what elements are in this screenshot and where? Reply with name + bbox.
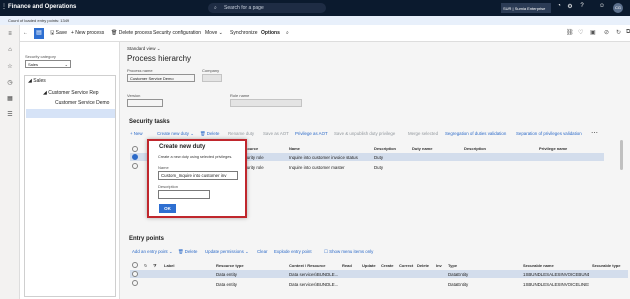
- link-icon[interactable]: ⛓: [566, 29, 574, 36]
- app-title: Finance and Operations: [8, 4, 77, 10]
- duty-name-input[interactable]: Custom_Inquire into customer inv: [158, 171, 238, 180]
- gear-icon[interactable]: ⚙: [566, 3, 574, 13]
- save-button[interactable]: 🖫 Save: [50, 30, 67, 38]
- avatar[interactable]: CG: [613, 3, 623, 13]
- attach-icon[interactable]: ⊘: [604, 29, 609, 36]
- list-icon[interactable]: ☰: [5, 111, 15, 121]
- find-icon[interactable]: ⌕: [286, 30, 289, 36]
- chevron-down-icon: ⌄: [64, 62, 68, 67]
- delete-process-button[interactable]: 🗑 Delete process: [111, 30, 152, 36]
- tree-item-customer-service-rep[interactable]: ◢ Customer Service Rep: [43, 90, 99, 96]
- star-icon[interactable]: ☆: [5, 63, 15, 73]
- synchronize-button[interactable]: Synchronize: [230, 30, 258, 36]
- search-placeholder: Search for a page: [224, 5, 264, 11]
- tree-selection: [26, 109, 115, 118]
- ok-button[interactable]: OK: [159, 204, 176, 213]
- search-icon: ⌕: [214, 5, 217, 11]
- refresh-icon[interactable]: ↻: [616, 29, 621, 36]
- create-new-duty-dialog: Create new duty Create a new duty using …: [147, 139, 247, 218]
- duty-description-input[interactable]: [158, 190, 210, 199]
- office-icon[interactable]: ▣: [590, 29, 596, 36]
- help-icon[interactable]: ?: [578, 3, 586, 13]
- security-category-label: Security category: [25, 54, 56, 59]
- top-bar: ⋮ Finance and Operations ⌕ Search for a …: [0, 0, 630, 16]
- bell-icon[interactable]: ◔: [555, 3, 563, 13]
- new-process-button[interactable]: + New process: [71, 30, 104, 36]
- global-search[interactable]: ⌕ Search for a page: [208, 3, 326, 13]
- hamburger-icon[interactable]: ≡: [5, 31, 15, 41]
- workspace-icon[interactable]: ▦: [5, 95, 15, 105]
- favorite-icon[interactable]: ♡: [578, 29, 583, 36]
- app-launcher-icon[interactable]: ⋮: [0, 3, 8, 13]
- process-tree: ◢ Sales ◢ Customer Service Rep Customer …: [24, 75, 116, 297]
- home-icon[interactable]: ⌂: [5, 47, 15, 57]
- tree-item-sales[interactable]: ◢ Sales: [28, 78, 46, 84]
- security-category-select[interactable]: Sales ⌄: [25, 60, 71, 68]
- move-menu[interactable]: Move ⌄: [205, 30, 223, 36]
- tree-item-customer-service-demo[interactable]: Customer Service Demo: [55, 100, 109, 106]
- message-text: Count of loaded entry points: 1349: [8, 18, 70, 23]
- security-configuration-button[interactable]: Security configuration: [153, 30, 201, 36]
- description-label: Description: [158, 184, 179, 189]
- options-tab[interactable]: Options: [261, 30, 280, 36]
- dialog-title: Create new duty: [159, 144, 206, 150]
- recent-icon[interactable]: ◷: [5, 79, 15, 89]
- company-picker[interactable]: SUR | Sumia Enterprise: [501, 3, 551, 13]
- left-pane: Security category Sales ⌄ ◢ Sales ◢ Cust…: [20, 42, 120, 299]
- name-label: Name: [158, 165, 169, 170]
- chat-icon[interactable]: ☺: [598, 3, 606, 13]
- main-menu-icon[interactable]: ▤: [34, 28, 44, 39]
- action-bar: ← ▤ 🖫 Save + New process 🗑 Delete proces…: [20, 25, 630, 42]
- message-bar: Count of loaded entry points: 1349: [0, 16, 630, 25]
- back-icon[interactable]: ←: [23, 30, 28, 36]
- popout-icon[interactable]: ⧉: [626, 29, 630, 36]
- nav-rail: ≡ ⌂ ☆ ◷ ▦ ☰: [0, 25, 20, 299]
- dialog-description: Create a new duty using selected privile…: [158, 155, 233, 159]
